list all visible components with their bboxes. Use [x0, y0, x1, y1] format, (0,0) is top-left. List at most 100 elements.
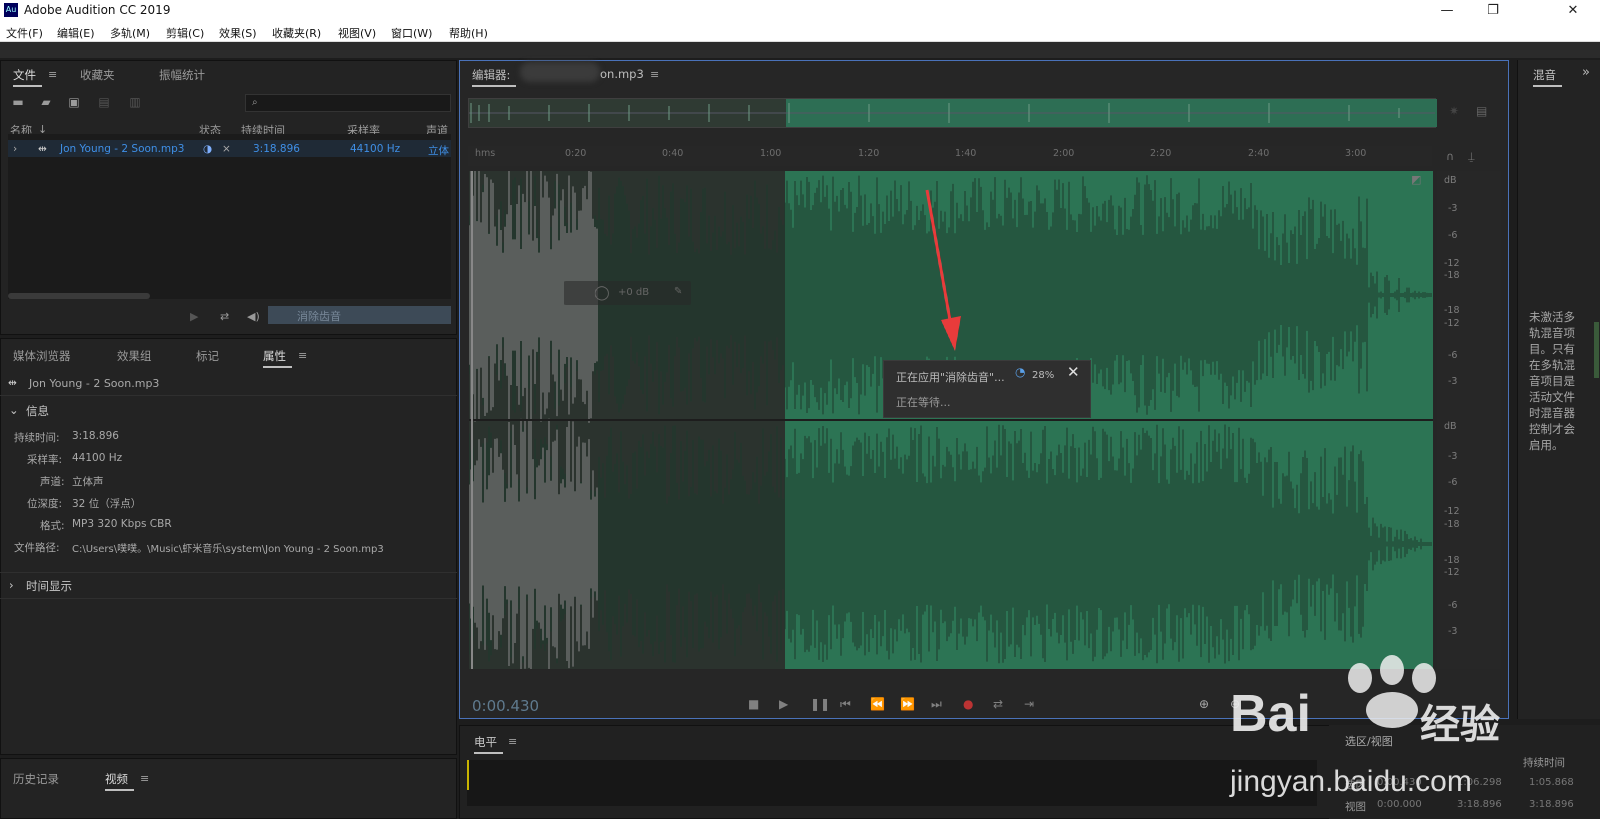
- db-label: -6: [1448, 477, 1458, 488]
- info-duration-value: 3:18.896: [72, 430, 119, 442]
- tab-amplitude-stats[interactable]: 振幅统计: [159, 67, 205, 83]
- hud-gain[interactable]: ◯ +0 dB ✎: [564, 281, 691, 305]
- tab-markers[interactable]: 标记: [196, 348, 219, 364]
- db-label: -3: [1448, 626, 1458, 637]
- overview-waveform[interactable]: [468, 98, 1437, 128]
- db-label: -3: [1448, 376, 1458, 387]
- expand-arrow-icon[interactable]: ›: [13, 143, 17, 155]
- insert-icon[interactable]: ▤: [96, 96, 112, 109]
- info-samplerate-value: 44100 Hz: [72, 452, 123, 464]
- menu-multitrack[interactable]: 多轨(M): [110, 25, 150, 41]
- open-folder-icon[interactable]: ▬: [10, 96, 26, 109]
- pin-icon[interactable]: ✎: [674, 286, 682, 297]
- section-time-display[interactable]: 时间显示: [26, 578, 72, 594]
- watermark-url: jingyan.baidu.com: [1230, 765, 1472, 798]
- effect-name-label: 消除齿音: [297, 310, 341, 323]
- close-file-icon[interactable]: ×: [222, 143, 231, 155]
- tab-history[interactable]: 历史记录: [13, 771, 59, 787]
- fast-forward-icon[interactable]: ⏩: [900, 697, 915, 711]
- close-button[interactable]: ✕: [1550, 0, 1596, 22]
- tab-media-browser[interactable]: 媒体浏览器: [13, 348, 71, 364]
- tab-editor[interactable]: 编辑器:: [472, 67, 517, 87]
- file-name[interactable]: Jon Young - 2 Soon.mp3: [60, 143, 185, 155]
- editor-file-name[interactable]: on.mp3: [600, 67, 644, 81]
- menu-favorites[interactable]: 收藏夹(R): [272, 25, 321, 41]
- ruler-tick: hms: [475, 148, 496, 159]
- processing-status-icon: ◑: [203, 143, 213, 155]
- stop-icon[interactable]: ■: [748, 697, 759, 711]
- loop-icon[interactable]: ⇄: [993, 697, 1003, 711]
- expand-panels-icon[interactable]: »: [1582, 65, 1590, 80]
- expand-icon[interactable]: ◩: [1411, 173, 1421, 186]
- popup-close-icon[interactable]: ✕: [1067, 363, 1080, 381]
- pause-icon[interactable]: ❚❚: [810, 697, 830, 711]
- effect-name-button[interactable]: 消除齿音: [268, 306, 451, 324]
- popup-waiting-text: 正在等待...: [896, 396, 951, 409]
- skip-selection-icon[interactable]: ⇥: [1024, 697, 1034, 711]
- panel-menu-icon[interactable]: ≡: [48, 68, 57, 81]
- skip-start-icon[interactable]: ⏮: [840, 697, 851, 712]
- menu-help[interactable]: 帮助(H): [449, 25, 488, 41]
- timecode-display[interactable]: 0:00.430: [472, 697, 539, 715]
- tab-files[interactable]: 文件: [13, 67, 42, 87]
- chevron-down-icon[interactable]: ⌄: [9, 403, 19, 417]
- divider: [0, 395, 457, 396]
- record-icon[interactable]: ●: [963, 697, 973, 711]
- headphones-icon[interactable]: ∩: [1446, 150, 1454, 163]
- tab-properties[interactable]: 属性: [263, 348, 292, 368]
- db-label: -6: [1448, 600, 1458, 611]
- menu-clip[interactable]: 剪辑(C): [166, 25, 204, 41]
- skip-end-icon[interactable]: ⏭: [931, 697, 942, 712]
- info-bitdepth-value: 32 位（浮点）: [72, 498, 142, 510]
- app-logo: Au: [4, 3, 18, 17]
- zoom-icon[interactable]: ✷: [1449, 104, 1459, 118]
- panel-menu-icon[interactable]: ≡: [650, 68, 659, 81]
- chevron-right-icon[interactable]: ›: [9, 578, 14, 592]
- trash-icon[interactable]: ▥: [127, 96, 143, 109]
- playhead[interactable]: [471, 171, 473, 669]
- minimize-button[interactable]: —: [1424, 0, 1470, 22]
- watermark-brand-cn: 经验: [1420, 702, 1500, 748]
- volume-knob-icon[interactable]: ◯: [594, 285, 610, 301]
- menu-view[interactable]: 视图(V): [338, 25, 376, 41]
- new-file-icon[interactable]: ▣: [66, 96, 82, 109]
- panel-menu-icon[interactable]: ≡: [298, 349, 307, 362]
- menu-file[interactable]: 文件(F): [6, 25, 43, 41]
- annotation-arrow: [925, 189, 961, 351]
- spectral-toggle-icon[interactable]: ▤: [1476, 104, 1487, 118]
- db-scale: [1437, 171, 1501, 669]
- pin-icon[interactable]: ⍊: [1468, 150, 1475, 164]
- restore-button[interactable]: ❐: [1470, 0, 1516, 22]
- search-icon: ⌕: [252, 97, 258, 108]
- tab-video[interactable]: 视频: [105, 771, 134, 791]
- horizontal-scrollbar[interactable]: [8, 293, 150, 299]
- search-input[interactable]: ⌕: [245, 94, 451, 112]
- time-ruler[interactable]: [468, 146, 1432, 166]
- db-label: -18: [1444, 270, 1460, 281]
- import-icon[interactable]: ▰: [38, 96, 54, 109]
- tab-effects-rack[interactable]: 效果组: [117, 348, 152, 364]
- menu-window[interactable]: 窗口(W): [391, 25, 432, 41]
- play-preview-icon[interactable]: ▶: [190, 310, 198, 323]
- level-meter: [467, 760, 1317, 806]
- play-icon[interactable]: ▶: [779, 697, 788, 711]
- menu-edit[interactable]: 编辑(E): [57, 25, 95, 41]
- window-title: Adobe Audition CC 2019: [24, 3, 171, 17]
- tab-mixer[interactable]: 混音: [1533, 67, 1562, 87]
- autoplay-icon[interactable]: ◀): [247, 310, 260, 323]
- db-label: -18: [1444, 305, 1460, 316]
- scrollbar[interactable]: [1594, 322, 1599, 378]
- title-bar: Au Adobe Audition CC 2019 — ❐ ✕: [0, 0, 1600, 22]
- loop-icon[interactable]: ⇄: [220, 310, 229, 323]
- ruler-tick: 3:00: [1345, 148, 1367, 159]
- zoom-in-amplitude-icon[interactable]: ⊕: [1199, 697, 1209, 711]
- panel-menu-icon[interactable]: ≡: [140, 772, 149, 785]
- tab-favorites[interactable]: 收藏夹: [80, 67, 115, 83]
- tab-level[interactable]: 电平: [474, 734, 503, 754]
- rewind-icon[interactable]: ⏪: [870, 697, 885, 711]
- panel-menu-icon[interactable]: ≡: [508, 735, 517, 748]
- db-label: -6: [1448, 230, 1458, 241]
- menu-effects[interactable]: 效果(S): [219, 25, 257, 41]
- file-samplerate: 44100 Hz: [350, 143, 401, 155]
- section-info[interactable]: 信息: [26, 403, 49, 419]
